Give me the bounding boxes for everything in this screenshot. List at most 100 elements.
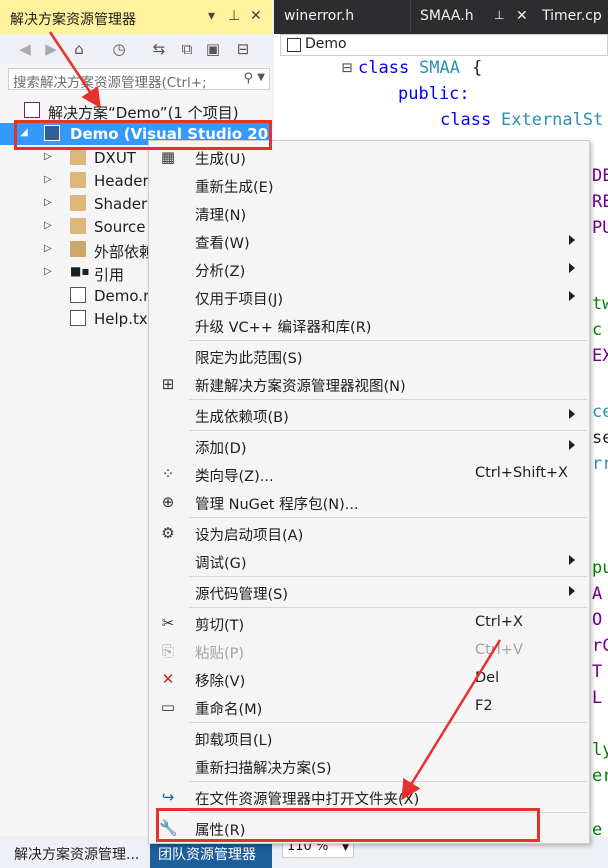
dropdown-icon[interactable]: ▾	[208, 8, 215, 24]
code-keyword: public:	[398, 84, 470, 104]
tree-item-label: Demo.r	[94, 287, 150, 305]
tab-solution-explorer[interactable]: 解决方案资源管理...	[0, 844, 150, 868]
menu-item-nuget[interactable]: ⊕ 管理 NuGet 程序包(N)...	[149, 488, 589, 516]
nav-project-label: Demo	[305, 36, 347, 52]
collapsed-arrow-icon[interactable]: ▷	[44, 197, 52, 208]
search-placeholder: 搜索解决方案资源管理器(Ctrl+;	[13, 75, 207, 91]
paste-icon: ⎘	[161, 642, 174, 660]
code-fragment: L	[592, 688, 603, 708]
menu-separator	[189, 722, 587, 723]
menu-item-set-startup[interactable]: ⚙ 设为启动项目(A)	[149, 519, 589, 547]
menu-item-paste[interactable]: ⎘ 粘贴(P) Ctrl+V	[149, 637, 589, 665]
properties-icon[interactable]: ⊟	[234, 40, 252, 58]
collapsed-arrow-icon[interactable]: ▷	[44, 266, 52, 277]
chevron-down-icon[interactable]: ▼	[257, 72, 265, 83]
collapsed-arrow-icon[interactable]: ▷	[44, 174, 52, 185]
tree-item-label: 引用	[94, 266, 125, 284]
history-icon[interactable]: ◷	[110, 40, 128, 58]
menu-shortcut: F2	[475, 698, 493, 714]
forward-icon[interactable]: ▶	[42, 40, 60, 58]
menu-item-open-folder[interactable]: ↪ 在文件资源管理器中打开文件夹(X)	[149, 783, 589, 811]
show-all-files-icon[interactable]: ▣	[204, 40, 222, 58]
menu-item-view[interactable]: 查看(W)	[149, 227, 589, 255]
sync-icon[interactable]: ⇆	[150, 40, 168, 58]
tab-timer[interactable]: Timer.cp	[542, 8, 602, 24]
menu-item-rename[interactable]: ▭ 重命名(M) F2	[149, 693, 589, 721]
collapsed-arrow-icon[interactable]: ▷	[44, 243, 52, 254]
menu-item-source-control[interactable]: 源代码管理(S)	[149, 578, 589, 606]
menu-item-label: 清理(N)	[195, 208, 247, 224]
menu-item-cut[interactable]: ✂ 剪切(T) Ctrl+X	[149, 609, 589, 637]
menu-item-label: 源代码管理(S)	[195, 587, 289, 603]
menu-item-label: 管理 NuGet 程序包(N)...	[195, 497, 359, 513]
collapse-icon[interactable]: ⊟	[342, 58, 352, 78]
submenu-arrow-icon	[569, 555, 575, 565]
menu-item-debug[interactable]: 调试(G)	[149, 547, 589, 575]
tree-item-label: DXUT	[94, 149, 136, 167]
home-icon[interactable]: ⌂	[70, 40, 88, 58]
menu-item-label: 剪切(T)	[195, 618, 245, 634]
code-fragment: T	[592, 662, 603, 682]
submenu-arrow-icon	[569, 409, 575, 419]
code-keyword: class	[440, 110, 492, 130]
submenu-arrow-icon	[569, 291, 575, 301]
menu-separator	[189, 399, 587, 400]
menu-separator	[189, 607, 587, 608]
project-icon	[287, 38, 301, 52]
highlight-box-project	[14, 120, 272, 150]
new-view-icon: ⊞	[161, 375, 175, 393]
submenu-arrow-icon	[569, 440, 575, 450]
code-class-name: SMAA	[419, 58, 460, 78]
tree-item-label: Header	[94, 172, 149, 190]
tab-smaa[interactable]: SMAA.h	[420, 8, 474, 24]
tree-item-solution[interactable]: 解决方案“Demo”(1 个项目)	[0, 100, 272, 122]
menu-item-scope-to-this[interactable]: 限定为此范围(S)	[149, 342, 589, 370]
menu-item-project-only[interactable]: 仅用于项目(J)	[149, 283, 589, 311]
menu-item-add[interactable]: 添加(D)	[149, 432, 589, 460]
chevron-down-icon[interactable]: ▼	[342, 843, 349, 853]
menu-item-clean[interactable]: 清理(N)	[149, 199, 589, 227]
tab-team-explorer[interactable]: 团队资源管理器	[150, 844, 272, 868]
back-icon[interactable]: ◀	[16, 40, 34, 58]
highlight-box-properties	[156, 808, 540, 842]
pin-icon[interactable]: ⊥	[228, 8, 240, 24]
menu-item-analyze[interactable]: 分析(Z)	[149, 255, 589, 283]
code-fragment: se	[592, 428, 608, 448]
code-fragment: rr	[592, 454, 608, 474]
menu-item-label: 重新生成(E)	[195, 180, 274, 196]
menu-separator	[189, 781, 587, 782]
menu-item-upgrade-vc[interactable]: 升级 VC++ 编译器和库(R)	[149, 311, 589, 339]
menu-item-label: 粘贴(P)	[195, 646, 245, 662]
menu-item-new-view[interactable]: ⊞ 新建解决方案资源管理器视图(N)	[149, 370, 589, 398]
tab-winerror[interactable]: winerror.h	[284, 8, 354, 24]
menu-item-unload[interactable]: 卸载项目(L)	[149, 724, 589, 752]
collapse-all-icon[interactable]: ⧉	[178, 40, 196, 58]
code-fragment: EX	[592, 346, 608, 366]
menu-item-label: 卸载项目(L)	[195, 733, 273, 749]
pane-title: 解决方案资源管理器	[10, 12, 136, 28]
menu-item-label: 限定为此范围(S)	[195, 351, 303, 367]
build-icon: ▦	[160, 148, 176, 166]
close-icon[interactable]: ✕	[516, 8, 528, 24]
menu-item-rescan[interactable]: 重新扫描解决方案(S)	[149, 752, 589, 780]
menu-shortcut: Ctrl+V	[475, 642, 523, 658]
menu-item-rebuild[interactable]: 重新生成(E)	[149, 171, 589, 199]
menu-item-class-wizard[interactable]: ⁘ 类向导(Z)... Ctrl+Shift+X	[149, 460, 589, 488]
menu-item-remove[interactable]: ✕ 移除(V) Del	[149, 665, 589, 693]
pin-icon[interactable]: ⊥	[494, 8, 504, 22]
code-fragment: er	[592, 766, 608, 786]
menu-item-label: 仅用于项目(J)	[195, 292, 284, 308]
navigation-bar[interactable]: Demo	[280, 34, 608, 56]
search-icon[interactable]: ⚲	[243, 71, 253, 86]
collapsed-arrow-icon[interactable]: ▷	[44, 151, 52, 162]
menu-item-build-deps[interactable]: 生成依赖项(B)	[149, 401, 589, 429]
close-icon[interactable]: ✕	[250, 8, 262, 24]
collapsed-arrow-icon[interactable]: ▷	[44, 220, 52, 231]
code-keyword: class	[358, 58, 410, 78]
solution-explorer-toolbar: ◀ ▶ ⌂ ◷ ⇆ ⧉ ▣ ⊟	[0, 34, 272, 64]
tree-item-label: Help.tx	[94, 310, 148, 328]
code-class-name: ExternalSt	[501, 110, 604, 130]
folder-icon	[70, 195, 86, 211]
search-input[interactable]: 搜索解决方案资源管理器(Ctrl+; ⚲ ▼	[8, 68, 270, 91]
menu-item-label: 调试(G)	[195, 556, 247, 572]
